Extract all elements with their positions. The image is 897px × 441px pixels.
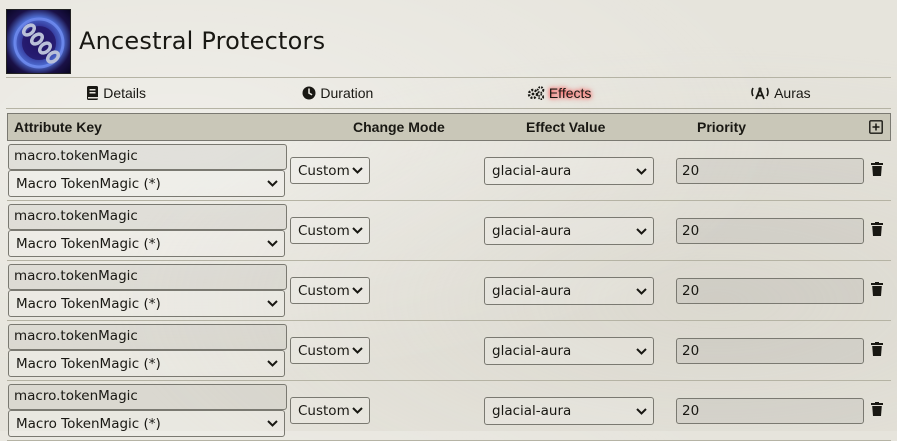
attribute-key-select[interactable]: Macro TokenMagic (*) xyxy=(8,170,285,197)
priority-input[interactable]: 20 xyxy=(676,278,864,304)
attribute-key-input[interactable]: macro.tokenMagic xyxy=(8,324,287,350)
chevron-down-icon xyxy=(352,347,363,354)
change-mode-value: Custom xyxy=(298,342,350,359)
chevron-down-icon xyxy=(352,287,363,294)
effects-table-header: Attribute Key Change Mode Effect Value P… xyxy=(7,113,891,141)
attribute-key-input[interactable]: macro.tokenMagic xyxy=(8,384,287,410)
cogs-icon xyxy=(527,86,545,100)
trash-icon[interactable] xyxy=(871,402,883,421)
priority-input[interactable]: 20 xyxy=(676,398,864,424)
attribute-key-select-value: Macro TokenMagic (*) xyxy=(16,175,161,192)
book-icon xyxy=(87,86,99,100)
effect-value-value: glacial-aura xyxy=(492,223,572,239)
attribute-key-select-value: Macro TokenMagic (*) xyxy=(16,295,161,312)
effect-value-select[interactable]: glacial-aura xyxy=(484,277,654,305)
attribute-key-select-value: Macro TokenMagic (*) xyxy=(16,355,161,372)
attribute-key-select[interactable]: Macro TokenMagic (*) xyxy=(8,350,285,377)
chevron-down-icon xyxy=(352,167,363,174)
attribute-key-select[interactable]: Macro TokenMagic (*) xyxy=(8,290,285,317)
chevron-down-icon xyxy=(267,420,278,427)
chevron-down-icon xyxy=(636,407,647,415)
trash-icon[interactable] xyxy=(871,282,883,301)
tab-effects[interactable]: Effects xyxy=(449,78,670,108)
tab-auras[interactable]: Auras xyxy=(670,78,891,108)
sheet-tabs: Details Duration Effects Auras xyxy=(6,77,891,109)
tab-auras-label: Auras xyxy=(774,85,811,101)
effect-value-select[interactable]: glacial-aura xyxy=(484,397,654,425)
tab-details-label: Details xyxy=(103,85,147,101)
attribute-key-input[interactable]: macro.tokenMagic xyxy=(8,144,287,170)
chain-orb-icon xyxy=(13,17,65,68)
priority-input[interactable]: 20 xyxy=(676,218,864,244)
chevron-down-icon xyxy=(352,227,363,234)
chevron-down-icon xyxy=(352,407,363,414)
effect-portrait[interactable] xyxy=(6,8,71,74)
chevron-down-icon xyxy=(267,180,278,187)
attribute-key-select[interactable]: Macro TokenMagic (*) xyxy=(8,230,285,257)
trash-icon[interactable] xyxy=(871,162,883,181)
effects-table-body: macro.tokenMagic Macro TokenMagic (*) Cu… xyxy=(7,141,891,441)
broadcast-tower-icon xyxy=(750,86,770,100)
effect-value-value: glacial-aura xyxy=(492,403,572,419)
clock-icon xyxy=(302,86,316,100)
priority-input[interactable]: 20 xyxy=(676,338,864,364)
tab-duration-label: Duration xyxy=(320,85,374,101)
effect-value-select[interactable]: glacial-aura xyxy=(484,337,654,365)
change-mode-value: Custom xyxy=(298,282,350,299)
tab-effects-label: Effects xyxy=(548,85,592,101)
change-mode-value: Custom xyxy=(298,402,350,419)
effect-value-value: glacial-aura xyxy=(492,283,572,299)
chevron-down-icon xyxy=(636,167,647,175)
table-row: macro.tokenMagic Macro TokenMagic (*) Cu… xyxy=(7,321,891,381)
column-header-priority: Priority xyxy=(697,119,747,135)
table-row: macro.tokenMagic Macro TokenMagic (*) Cu… xyxy=(7,141,891,201)
change-mode-select[interactable]: Custom xyxy=(290,277,370,304)
chevron-down-icon xyxy=(267,300,278,307)
attribute-key-input[interactable]: macro.tokenMagic xyxy=(8,264,287,290)
change-mode-select[interactable]: Custom xyxy=(290,397,370,424)
chevron-down-icon xyxy=(636,227,647,235)
change-mode-value: Custom xyxy=(298,162,350,179)
attribute-key-select-value: Macro TokenMagic (*) xyxy=(16,415,161,432)
column-header-effect-value: Effect Value xyxy=(526,119,606,135)
table-row: macro.tokenMagic Macro TokenMagic (*) Cu… xyxy=(7,261,891,321)
table-row: macro.tokenMagic Macro TokenMagic (*) Cu… xyxy=(7,381,891,441)
column-header-change-mode: Change Mode xyxy=(353,119,445,135)
tab-duration[interactable]: Duration xyxy=(227,78,448,108)
priority-input[interactable]: 20 xyxy=(676,158,864,184)
effect-value-select[interactable]: glacial-aura xyxy=(484,217,654,245)
page-title: Ancestral Protectors xyxy=(79,27,326,55)
change-mode-select[interactable]: Custom xyxy=(290,337,370,364)
plus-square-icon[interactable] xyxy=(869,120,883,137)
column-header-attribute-key: Attribute Key xyxy=(14,119,102,135)
change-mode-value: Custom xyxy=(298,222,350,239)
chevron-down-icon xyxy=(267,360,278,367)
change-mode-select[interactable]: Custom xyxy=(290,217,370,244)
table-row: macro.tokenMagic Macro TokenMagic (*) Cu… xyxy=(7,201,891,261)
attribute-key-select[interactable]: Macro TokenMagic (*) xyxy=(8,410,285,437)
chevron-down-icon xyxy=(636,287,647,295)
effect-value-value: glacial-aura xyxy=(492,343,572,359)
attribute-key-select-value: Macro TokenMagic (*) xyxy=(16,235,161,252)
change-mode-select[interactable]: Custom xyxy=(290,157,370,184)
effect-value-select[interactable]: glacial-aura xyxy=(484,157,654,185)
sheet-header: Ancestral Protectors xyxy=(6,8,891,74)
attribute-key-input[interactable]: macro.tokenMagic xyxy=(8,204,287,230)
chevron-down-icon xyxy=(267,240,278,247)
tab-details[interactable]: Details xyxy=(6,78,227,108)
chevron-down-icon xyxy=(636,347,647,355)
active-effect-config-window: Ancestral Protectors Details Duration Ef… xyxy=(0,0,897,441)
trash-icon[interactable] xyxy=(871,342,883,361)
trash-icon[interactable] xyxy=(871,222,883,241)
effect-value-value: glacial-aura xyxy=(492,163,572,179)
